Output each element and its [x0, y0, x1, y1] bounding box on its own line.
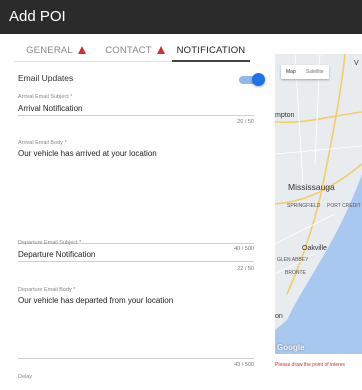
input-underline: [18, 261, 254, 262]
map-place-label: SPRINGFIELD: [287, 203, 321, 209]
arrival-subject-field: Arrival Email Subject * 20 / 50: [18, 94, 254, 126]
tab-contact[interactable]: CONTACT: [100, 45, 170, 62]
map-place-label: GLEN ABBEY: [277, 257, 309, 263]
map-panel[interactable]: Map Satellite V mpton Mississauga SPRING…: [275, 54, 362, 354]
map-place-label: on: [275, 313, 283, 320]
email-updates-row: Email Updates: [18, 72, 265, 86]
char-counter: 43 / 500: [234, 362, 254, 368]
dialog-title: Add POI: [9, 8, 66, 25]
warning-icon: [77, 46, 86, 54]
map-tab-map[interactable]: Map: [281, 65, 301, 79]
map-tab-satellite[interactable]: Satellite: [301, 65, 329, 79]
map-place-label: V: [354, 60, 359, 67]
departure-body-field: Departure Email Body * Our vehicle has d…: [18, 287, 254, 368]
departure-subject-field: Departure Email Subject * 22 / 50: [18, 240, 254, 274]
email-updates-toggle[interactable]: [237, 73, 267, 87]
map-error-message: Please draw the point of interes: [275, 362, 346, 368]
map-place-label: BRONTE: [285, 270, 306, 276]
departure-body-input[interactable]: Our vehicle has departed from your locat…: [18, 296, 254, 356]
input-underline: [18, 115, 254, 116]
map-place-label: PORT CREDIT: [327, 203, 361, 209]
arrival-body-label: Arrival Email Body *: [18, 140, 67, 146]
map-place-mississauga: Mississauga: [288, 182, 335, 192]
arrival-subject-input[interactable]: [18, 103, 254, 114]
arrival-body-input[interactable]: Our vehicle has arrived at your location: [18, 149, 254, 209]
char-counter: 20 / 50: [237, 119, 254, 125]
departure-subject-label: Departure Email Subject *: [18, 240, 82, 246]
departure-subject-input[interactable]: [18, 249, 254, 260]
tab-contact-label: CONTACT: [105, 45, 152, 56]
map-place-label: mpton: [275, 112, 295, 119]
tab-notification-label: NOTIFICATION: [176, 45, 246, 56]
warning-icon: [156, 46, 165, 54]
arrival-body-field: Arrival Email Body * Our vehicle has arr…: [18, 140, 254, 254]
map-type-tabs: Map Satellite: [281, 65, 329, 79]
delay-label: Delay: [18, 374, 33, 380]
tab-general-label: GENERAL: [26, 45, 73, 56]
toggle-thumb: [252, 73, 265, 86]
departure-body-label: Departure Email Body *: [18, 287, 76, 293]
notification-form: Email Updates Arrival Email Subject * 20…: [0, 62, 265, 390]
dialog-titlebar: Add POI: [0, 0, 362, 34]
google-logo: Google: [277, 343, 305, 352]
tab-general[interactable]: GENERAL: [18, 45, 94, 62]
char-counter: 22 / 50: [237, 266, 254, 272]
input-underline: [18, 358, 254, 359]
tab-bar: GENERAL CONTACT NOTIFICATION: [14, 42, 250, 62]
arrival-subject-label: Arrival Email Subject *: [18, 94, 73, 100]
map-place-oakville: Oakville: [302, 245, 327, 252]
tab-notification[interactable]: NOTIFICATION: [172, 45, 250, 62]
email-updates-label: Email Updates: [18, 73, 74, 83]
